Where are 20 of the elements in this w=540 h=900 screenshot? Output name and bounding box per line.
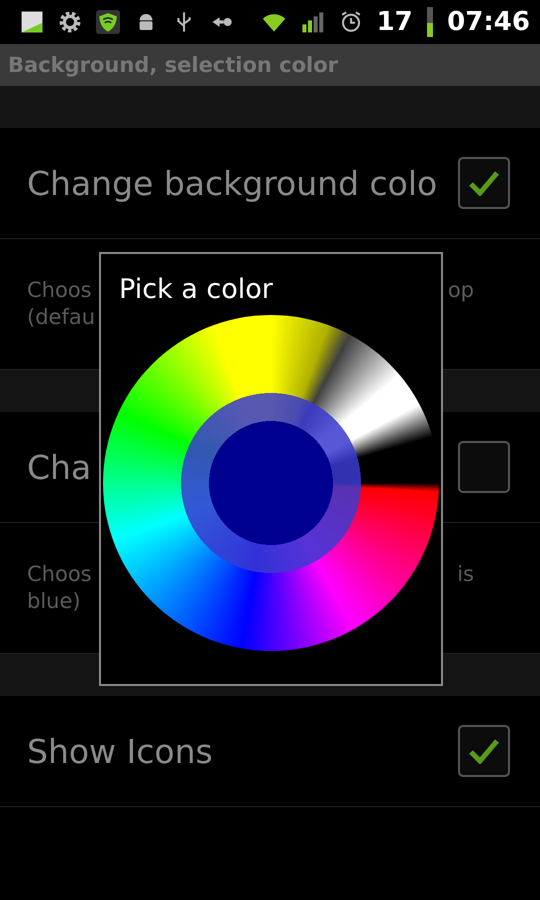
- dialog-title: Pick a color: [119, 274, 273, 305]
- preference-summary: is: [457, 561, 474, 588]
- check-icon: [469, 738, 499, 764]
- preference-title: Show Icons: [27, 732, 214, 770]
- preference-summary: Choos: [27, 561, 92, 588]
- preference-summary: blue): [27, 588, 81, 615]
- preference-summary: (defau: [27, 304, 96, 331]
- preference-summary: Choos: [27, 277, 92, 304]
- checkbox[interactable]: [458, 157, 510, 209]
- preference-title: Cha: [27, 448, 92, 486]
- battery-icon: [426, 7, 434, 37]
- checkbox[interactable]: [458, 725, 510, 777]
- preference-summary: op: [448, 277, 474, 304]
- battery-level: 17: [376, 7, 413, 37]
- preference-title: Change background colo: [27, 164, 438, 202]
- checkbox[interactable]: [458, 441, 510, 493]
- check-icon: [469, 170, 499, 196]
- clock: 07:46: [447, 7, 530, 37]
- screen-title: Background, selection color: [0, 44, 540, 86]
- shield-icon: [96, 7, 120, 37]
